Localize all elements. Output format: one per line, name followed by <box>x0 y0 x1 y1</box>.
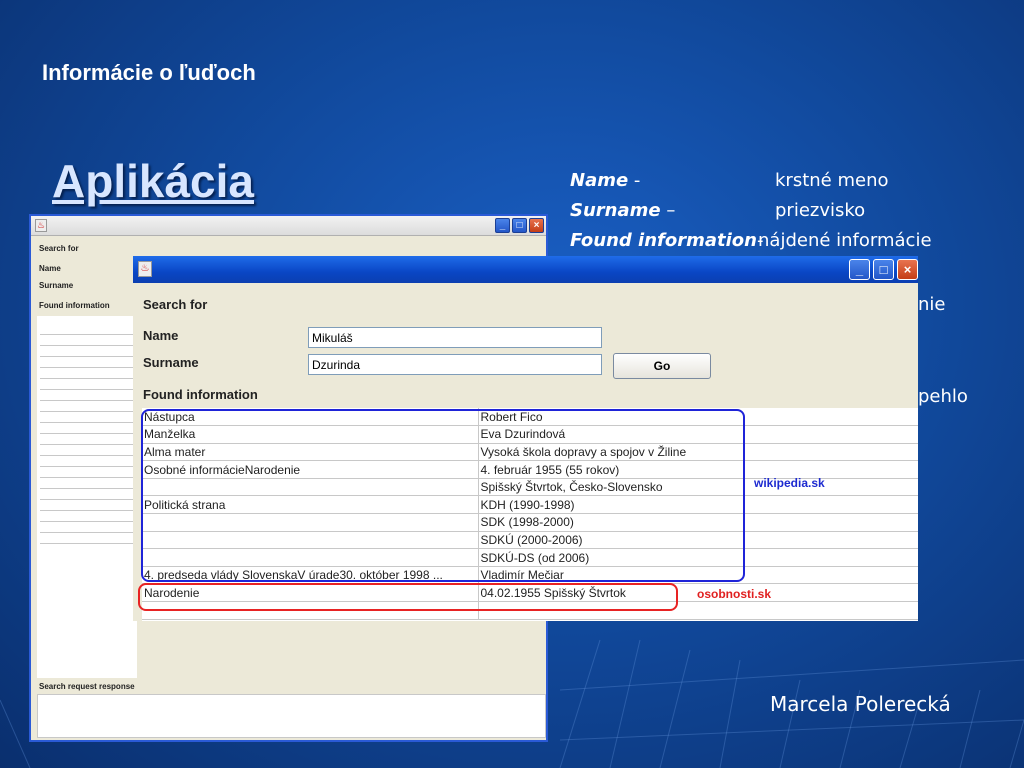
maximize-icon[interactable]: □ <box>873 259 894 280</box>
legend-fragment: pehlo <box>918 386 968 407</box>
osobnosti-source-label: osobnosti.sk <box>697 587 772 601</box>
slide-title: Aplikácia <box>52 155 254 207</box>
name-input[interactable] <box>308 327 602 348</box>
close-icon[interactable]: × <box>897 259 918 280</box>
legend-desc: priezvisko <box>775 200 866 221</box>
legend-desc: nájdené informácie <box>758 230 932 251</box>
java-icon: ♨ <box>35 219 47 232</box>
slide-header: Informácie o ľuďoch <box>42 60 256 85</box>
back-response-label: Search request response <box>39 682 135 691</box>
java-icon: ♨ <box>138 261 152 277</box>
back-found-label: Found information <box>39 301 110 310</box>
legend-desc: krstné meno <box>775 170 889 191</box>
surname-label: Surname <box>143 355 199 370</box>
back-results-lines <box>37 324 137 544</box>
legend-fragment: nie <box>918 294 946 315</box>
back-name-label: Name <box>39 264 61 273</box>
legend-sep: - <box>628 170 641 191</box>
go-button[interactable]: Go <box>613 353 711 379</box>
back-search-for-label: Search for <box>39 244 79 253</box>
back-window-titlebar[interactable]: ♨ _ □ × <box>31 216 546 236</box>
legend-sep: – <box>660 200 676 221</box>
back-surname-label: Surname <box>39 281 74 290</box>
legend: Name - krstné meno Surname – priezvisko … <box>570 170 990 260</box>
maximize-icon[interactable]: □ <box>512 218 527 233</box>
legend-row-name: Name - krstné meno <box>570 170 990 200</box>
minimize-icon[interactable]: _ <box>495 218 510 233</box>
legend-term: Found information <box>570 230 757 251</box>
legend-row-surname: Surname – priezvisko <box>570 200 990 230</box>
osobnosti-highlight <box>138 583 678 611</box>
found-information-label: Found information <box>143 387 258 402</box>
search-for-label: Search for <box>143 297 208 312</box>
close-icon[interactable]: × <box>529 218 544 233</box>
wikipedia-source-label: wikipedia.sk <box>754 476 825 490</box>
wikipedia-highlight <box>141 409 745 582</box>
surname-input[interactable] <box>308 354 602 375</box>
legend-term: Surname <box>570 200 661 221</box>
front-window-titlebar[interactable]: ♨ _ □ × <box>133 256 918 283</box>
author-name: Marcela Polerecká <box>770 692 951 716</box>
name-label: Name <box>143 328 179 343</box>
minimize-icon[interactable]: _ <box>849 259 870 280</box>
back-response-area <box>37 694 546 738</box>
legend-term: Name <box>570 170 629 191</box>
